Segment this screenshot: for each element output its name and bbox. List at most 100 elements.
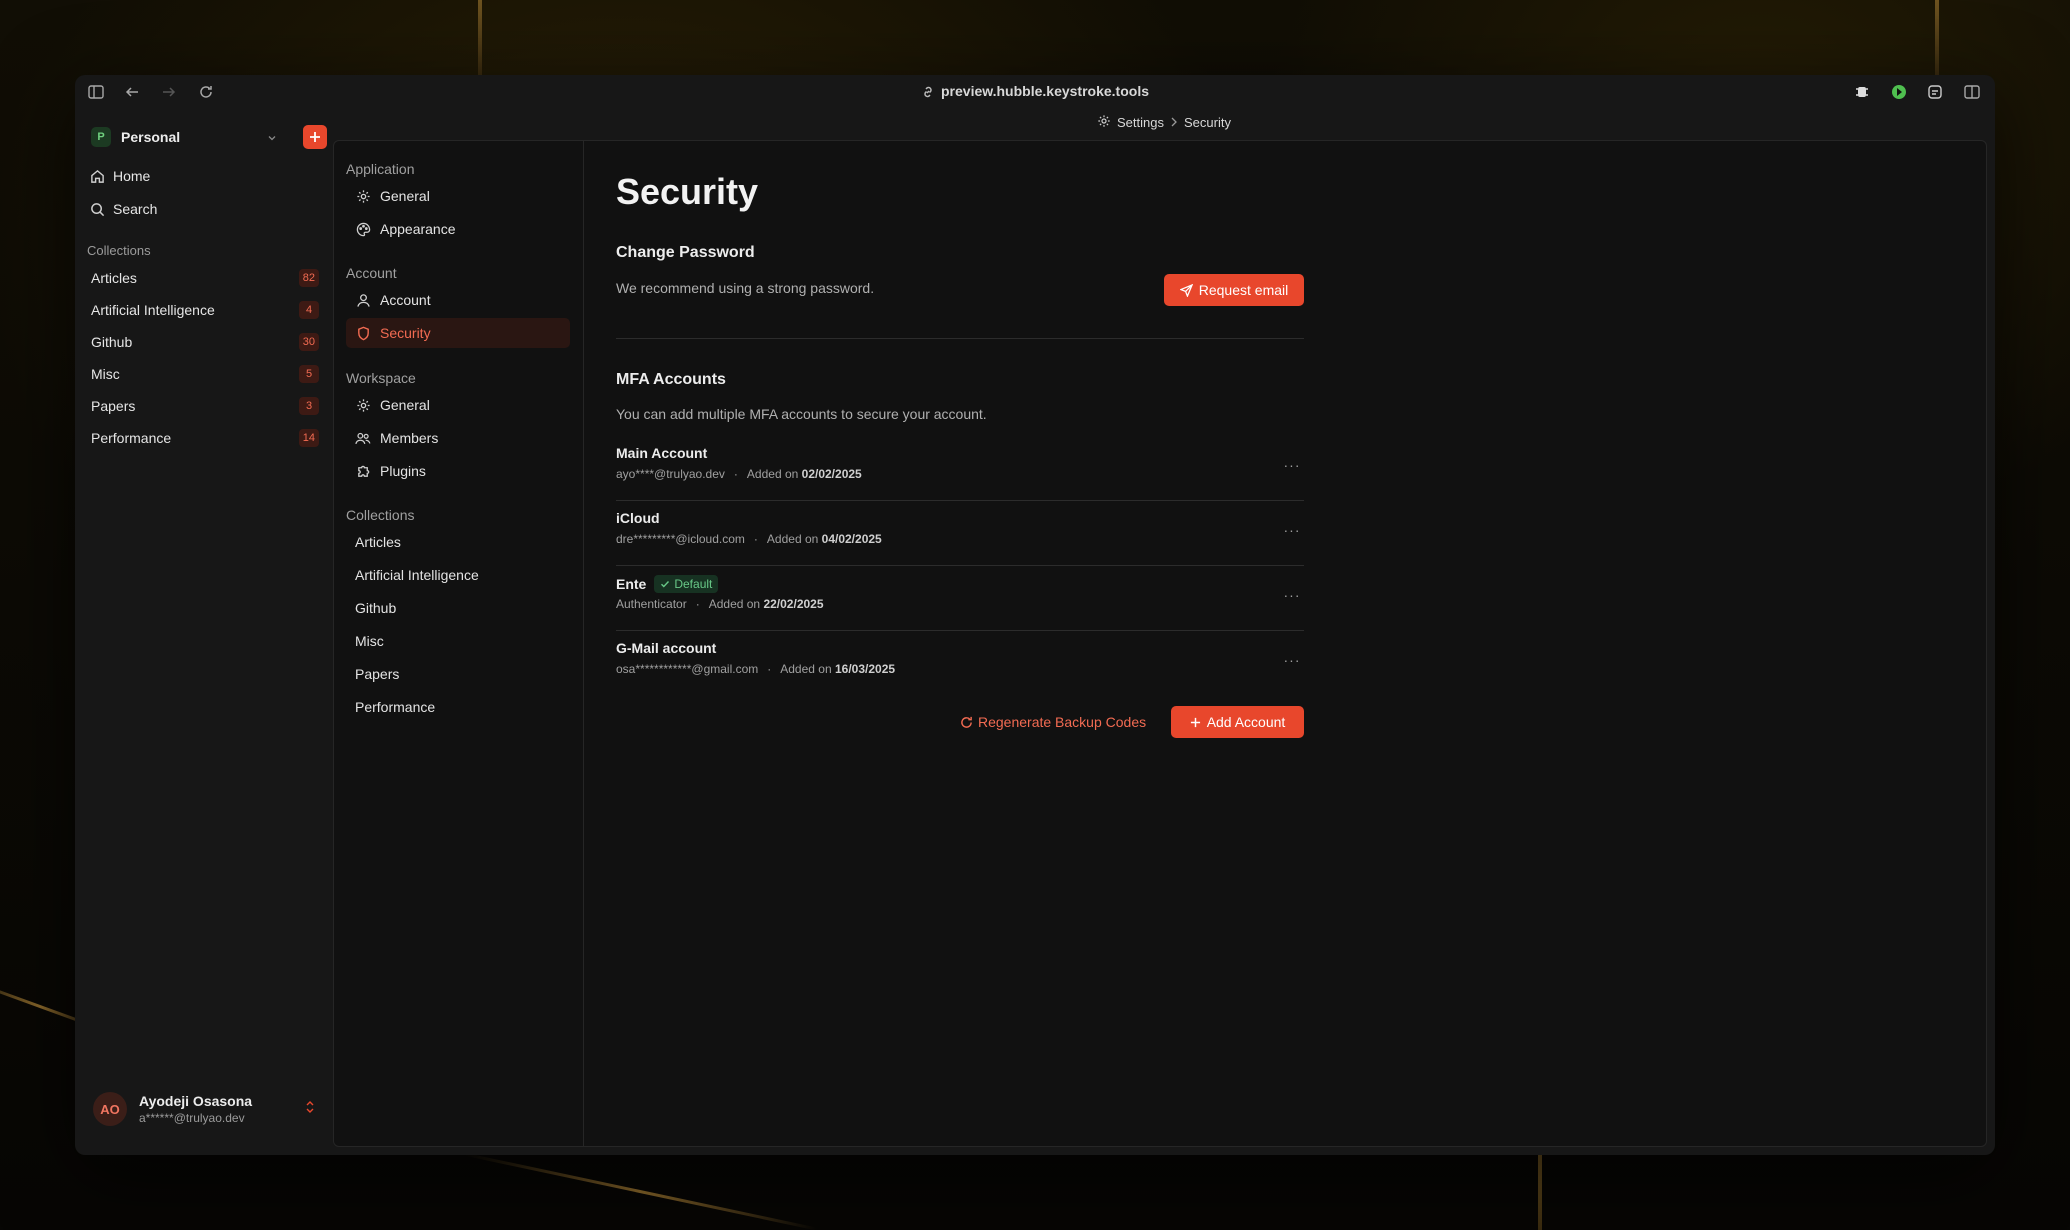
- section-divider: [616, 338, 1304, 339]
- breadcrumb: Settings Security: [333, 114, 1995, 131]
- collection-label: Artificial Intelligence: [91, 302, 215, 318]
- settings-collection-item[interactable]: Performance: [346, 692, 570, 722]
- settings-item-label: Security: [380, 325, 431, 341]
- chevron-right-icon: [1170, 115, 1178, 130]
- puzzle-icon: [355, 464, 371, 479]
- palette-icon: [355, 222, 371, 237]
- wallpaper-streak: [463, 1152, 817, 1230]
- mfa-account-name: G-Mail account: [616, 640, 717, 656]
- collection-item[interactable]: Artificial Intelligence 4: [91, 296, 319, 324]
- plus-icon: [310, 132, 320, 142]
- breadcrumb-current: Security: [1184, 115, 1231, 130]
- user-name: Ayodeji Osasona: [139, 1093, 253, 1109]
- address-bar[interactable]: preview.hubble.keystroke.tools: [75, 83, 1995, 102]
- collection-item[interactable]: Github 30: [91, 328, 319, 356]
- mfa-account-name: iCloud: [616, 510, 660, 526]
- settings-item-appearance[interactable]: Appearance: [346, 214, 570, 244]
- collections-heading: Collections: [87, 243, 151, 258]
- collection-count: 14: [298, 429, 319, 447]
- gear-icon: [1097, 114, 1111, 131]
- sidebar-item-search[interactable]: Search: [89, 195, 323, 223]
- chevron-down-icon: [267, 130, 277, 148]
- collection-item[interactable]: Performance 14: [91, 424, 319, 452]
- settings-item-general[interactable]: General: [346, 181, 570, 211]
- mfa-account-row: G-Mail account osa************@gmail.com…: [616, 640, 1302, 676]
- collection-count: 5: [299, 365, 319, 383]
- settings-collection-item[interactable]: Misc: [346, 626, 570, 656]
- collection-label: Papers: [91, 398, 136, 414]
- mfa-added-prefix: Added on: [766, 532, 819, 546]
- collection-item[interactable]: Articles 82: [91, 264, 319, 292]
- change-password-description: We recommend using a strong password.: [616, 280, 875, 296]
- more-options-icon[interactable]: ···: [1282, 585, 1302, 605]
- request-email-label: Request email: [1198, 282, 1289, 298]
- workspace-switcher[interactable]: P Personal: [87, 121, 327, 153]
- wallpaper-edge: [1935, 0, 1939, 75]
- settings-collection-item[interactable]: Papers: [346, 659, 570, 689]
- mfa-added-prefix: Added on: [746, 467, 799, 481]
- users-icon: [355, 431, 371, 446]
- user-icon: [355, 293, 371, 308]
- collection-item[interactable]: Papers 3: [91, 392, 319, 420]
- sidebar-item-home[interactable]: Home: [89, 162, 323, 190]
- settings-item-label: General: [380, 397, 430, 413]
- more-options-icon[interactable]: ···: [1282, 650, 1302, 670]
- mfa-account-row: Ente Default Authenticator · Added on 22/0…: [616, 567, 1304, 631]
- extension-box-icon[interactable]: [1926, 83, 1944, 101]
- settings-item-workspace-general[interactable]: General: [346, 390, 570, 420]
- new-item-button[interactable]: [303, 125, 327, 149]
- more-options-icon[interactable]: ···: [1282, 455, 1302, 475]
- page-title: Security: [616, 171, 759, 212]
- mfa-added-prefix: Added on: [708, 597, 761, 611]
- collection-count: 82: [298, 269, 319, 287]
- collection-count: 30: [298, 333, 319, 351]
- send-icon: [1179, 283, 1193, 297]
- settings-item-label: Plugins: [380, 463, 426, 479]
- extension-bug-icon[interactable]: [1853, 83, 1871, 101]
- regenerate-backup-codes-button[interactable]: Regenerate Backup Codes: [960, 706, 1146, 738]
- settings-collection-item[interactable]: Articles: [346, 527, 570, 557]
- user-menu[interactable]: AO Ayodeji Osasona a******@trulyao.dev: [93, 1089, 315, 1129]
- browser-toolbar: preview.hubble.keystroke.tools: [75, 75, 1995, 109]
- request-email-button[interactable]: Request email: [1164, 274, 1304, 306]
- search-icon: [89, 202, 105, 217]
- settings-section-account: Account: [346, 265, 397, 281]
- mfa-added-date: 02/02/2025: [801, 467, 862, 481]
- settings-collection-item[interactable]: Github: [346, 593, 570, 623]
- settings-item-security[interactable]: Security: [346, 318, 570, 348]
- settings-item-label: General: [380, 188, 430, 204]
- home-icon: [89, 169, 105, 184]
- mfa-description: You can add multiple MFA accounts to sec…: [616, 406, 987, 422]
- default-badge: Default: [654, 575, 719, 593]
- collection-item[interactable]: Misc 5: [91, 360, 319, 388]
- mfa-added-date: 04/02/2025: [821, 532, 882, 546]
- add-account-label: Add Account: [1206, 714, 1286, 730]
- settings-item-account[interactable]: Account: [346, 285, 570, 315]
- breadcrumb-settings[interactable]: Settings: [1117, 115, 1164, 130]
- mfa-account-identifier: ayo****@trulyao.dev: [616, 467, 725, 481]
- settings-panel: Application General Appearance Account A…: [333, 140, 1987, 1147]
- mfa-account-name: Ente: [616, 576, 647, 592]
- refresh-icon: [961, 716, 972, 728]
- chevron-up-down-icon: [305, 1099, 315, 1120]
- collection-count: 4: [299, 301, 319, 319]
- settings-item-members[interactable]: Members: [346, 423, 570, 453]
- settings-nav: Application General Appearance Account A…: [334, 141, 584, 1146]
- mfa-account-identifier: Authenticator: [616, 597, 687, 611]
- mfa-added-prefix: Added on: [780, 662, 832, 676]
- extension-green-icon[interactable]: [1890, 83, 1908, 101]
- user-email: a******@trulyao.dev: [139, 1111, 245, 1125]
- collection-count: 3: [299, 397, 319, 415]
- gear-icon: [355, 398, 371, 413]
- collection-label: Performance: [91, 430, 172, 446]
- gear-icon: [355, 189, 371, 204]
- avatar: AO: [93, 1092, 127, 1126]
- split-view-icon[interactable]: [1963, 83, 1981, 101]
- add-account-button[interactable]: Add Account: [1171, 706, 1304, 738]
- more-options-icon[interactable]: ···: [1282, 520, 1302, 540]
- plus-icon: [1190, 717, 1200, 727]
- browser-window: preview.hubble.keystroke.tools P Persona…: [75, 75, 1995, 1155]
- settings-collection-item[interactable]: Artificial Intelligence: [346, 560, 570, 590]
- wallpaper-edge: [478, 0, 482, 75]
- settings-item-plugins[interactable]: Plugins: [346, 456, 570, 486]
